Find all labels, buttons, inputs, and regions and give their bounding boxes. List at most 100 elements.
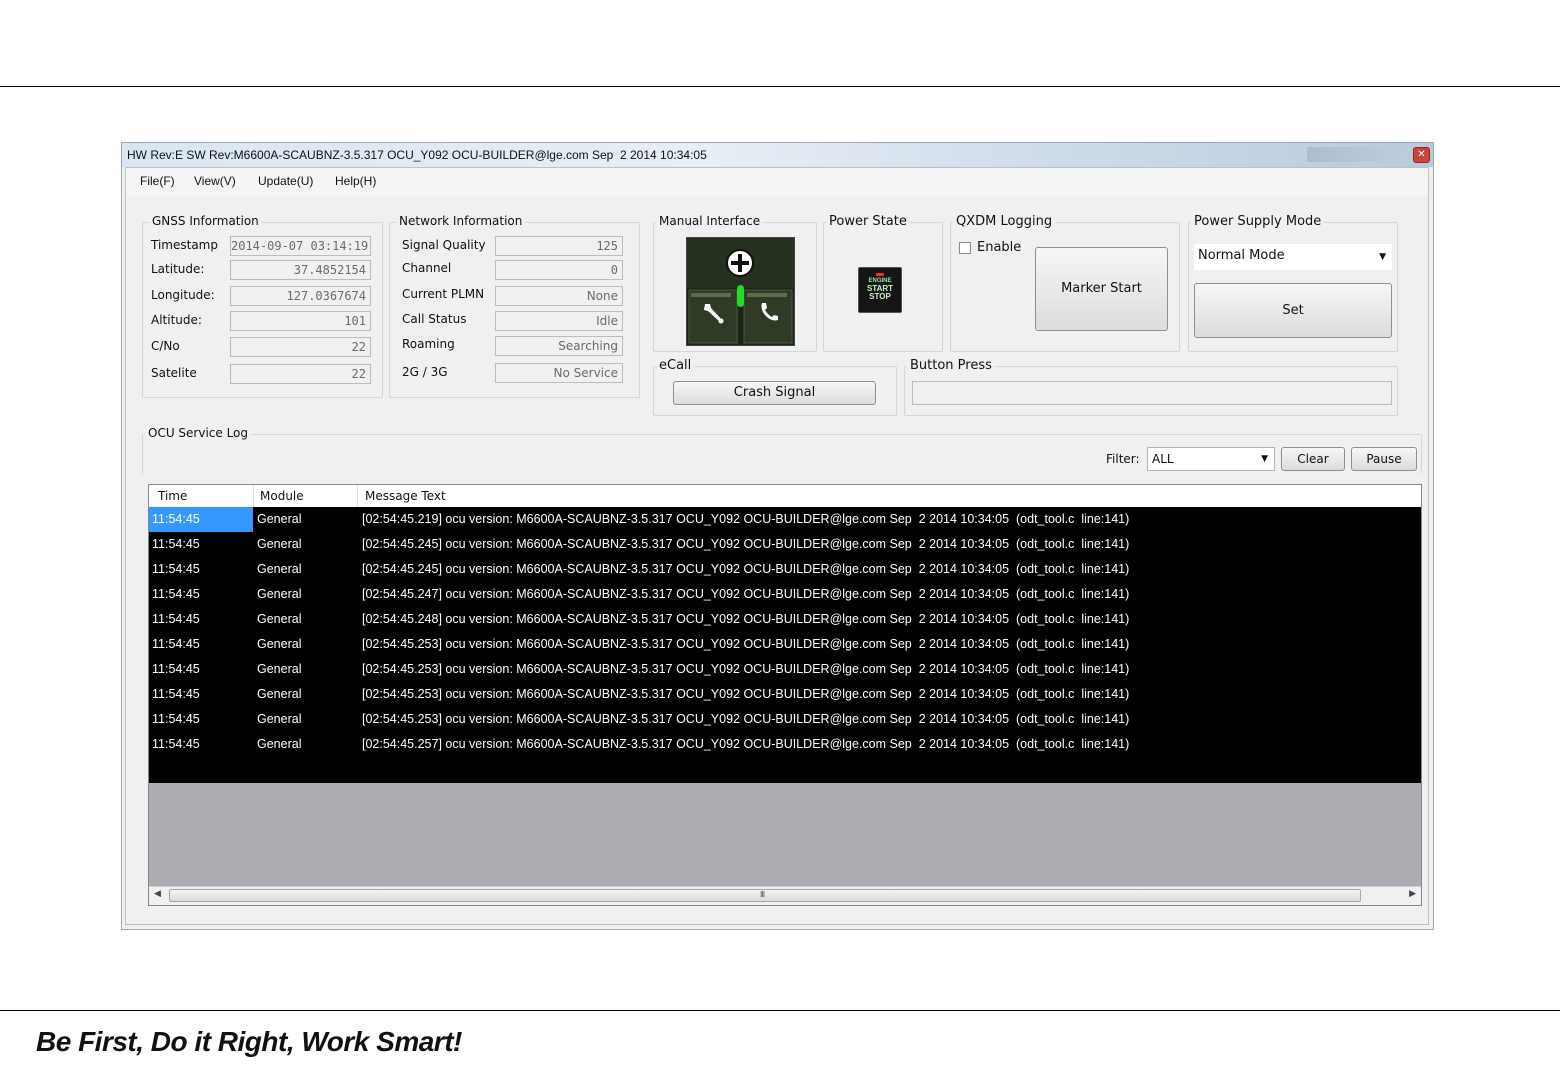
log-row[interactable]: 11:54:45 General [02:54:45.253] ocu vers… [149,682,1421,707]
horizontal-scrollbar[interactable]: ◀ III ▶ [149,886,1421,905]
marker-start-button[interactable]: Marker Start [1035,247,1168,331]
status-led [737,285,744,307]
menu-bar: File(F) View(V) Update(U) Help(H) [126,168,1428,196]
network-value-channel: 0 [495,260,623,280]
log-module: General [257,662,302,676]
menu-file[interactable]: File(F) [140,174,175,188]
log-time: 11:54:45 [152,737,200,751]
column-separator[interactable] [253,485,254,507]
filter-select[interactable]: ALL ▼ [1147,447,1275,471]
column-header-module[interactable]: Module [260,489,304,503]
power-supply-group: Power Supply Mode Normal Mode ▼ Set [1188,214,1398,352]
slogan: Be First, Do it Right, Work Smart! [36,1026,462,1057]
close-icon[interactable]: ✕ [1413,147,1430,163]
crash-signal-button[interactable]: Crash Signal [673,381,876,405]
scroll-grip: III [760,890,765,899]
client-area: File(F) View(V) Update(U) Help(H) GNSS I… [125,167,1429,925]
log-body: 11:54:45 General [02:54:45.219] ocu vers… [149,507,1421,783]
log-row[interactable]: 11:54:45 General [02:54:45.245] ocu vers… [149,532,1421,557]
log-module: General [257,612,302,626]
log-time: 11:54:45 [152,587,200,601]
scroll-left-icon[interactable]: ◀ [154,889,161,899]
log-row[interactable]: 11:54:45 General [02:54:45.245] ocu vers… [149,557,1421,582]
menu-update[interactable]: Update(U) [258,174,313,188]
manual-interface-title: Manual Interface [656,214,764,228]
gnss-label-altitude: Altitude: [151,313,202,327]
network-value-call-status: Idle [495,311,623,331]
log-row[interactable]: 11:54:45 General [02:54:45.257] ocu vers… [149,732,1421,757]
log-message: [02:54:45.253] ocu version: M6600A-SCAUB… [362,712,1130,726]
service-log-title: OCU Service Log [145,426,252,440]
power-state-group: Power State ENGINE START STOP [823,214,943,352]
gnss-label-longitude: Longitude: [151,288,215,302]
network-title: Network Information [396,214,526,228]
network-label-2g3g: 2G / 3G [402,365,448,379]
menu-help[interactable]: Help(H) [335,174,376,188]
log-message: [02:54:45.253] ocu version: M6600A-SCAUB… [362,662,1130,676]
log-row[interactable]: 11:54:45 General [02:54:45.253] ocu vers… [149,632,1421,657]
set-button[interactable]: Set [1194,283,1392,338]
menu-view[interactable]: View(V) [194,174,236,188]
network-value-plmn: None [495,286,623,306]
log-row[interactable]: 11:54:45 General [02:54:45.248] ocu vers… [149,607,1421,632]
log-time: 11:54:45 [152,612,200,626]
log-module: General [257,537,302,551]
phone-icon[interactable] [757,300,781,324]
power-supply-selected: Normal Mode [1198,248,1285,263]
log-message: [02:54:45.253] ocu version: M6600A-SCAUB… [362,637,1130,651]
engine-start-stop-button[interactable]: ENGINE START STOP [858,267,902,313]
enable-label: Enable [977,240,1022,255]
log-module: General [257,737,302,751]
log-time: 11:54:45 [152,662,200,676]
gnss-value-longitude: 127.0367674 [230,286,371,306]
pause-button[interactable]: Pause [1351,447,1417,471]
gnss-label-satelite: Satelite [151,366,197,380]
log-module: General [257,687,302,701]
chevron-down-icon: ▼ [1379,252,1386,262]
log-row[interactable]: 11:54:45 General [02:54:45.253] ocu vers… [149,707,1421,732]
network-label-channel: Channel [402,261,452,275]
log-module: General [257,587,302,601]
gnss-label-latitude: Latitude: [151,262,205,276]
power-supply-select[interactable]: Normal Mode ▼ [1194,244,1392,270]
log-row[interactable]: 11:54:45 General [02:54:45.253] ocu vers… [149,657,1421,682]
window-control-buttons [1307,147,1407,162]
log-table[interactable]: Time Module Message Text 11:54:45 Genera… [148,484,1422,906]
log-message: [02:54:45.248] ocu version: M6600A-SCAUB… [362,612,1130,626]
qxdm-title: QXDM Logging [953,214,1056,229]
log-time: 11:54:45 [152,687,200,701]
network-group: Network Information Signal Quality 125 C… [389,214,640,398]
column-header-time[interactable]: Time [158,489,187,503]
filter-selected: ALL [1152,452,1174,466]
window-title: HW Rev:E SW Rev:M6600A-SCAUBNZ-3.5.317 O… [127,148,707,162]
scroll-thumb[interactable]: III [169,889,1361,902]
gnss-value-timestamp: 2014-09-07 03:14:19 [230,236,371,256]
log-time: 11:54:45 [152,512,200,526]
title-bar[interactable]: HW Rev:E SW Rev:M6600A-SCAUBNZ-3.5.317 O… [122,143,1433,167]
column-header-message[interactable]: Message Text [365,489,446,503]
column-separator[interactable] [357,485,358,507]
button-press-title: Button Press [907,358,995,373]
scroll-right-icon[interactable]: ▶ [1409,889,1416,899]
engine-led [876,273,884,276]
clear-button[interactable]: Clear [1281,447,1345,471]
manual-control-pad [686,237,795,346]
wrench-icon[interactable] [701,300,727,326]
log-message: [02:54:45.247] ocu version: M6600A-SCAUB… [362,587,1130,601]
log-message: [02:54:45.219] ocu version: M6600A-SCAUB… [362,512,1130,526]
qxdm-group: QXDM Logging Enable Marker Start [950,214,1180,352]
log-row[interactable]: 11:54:45 General [02:54:45.247] ocu vers… [149,582,1421,607]
network-label-call-status: Call Status [402,312,467,326]
log-module: General [257,512,302,526]
log-row[interactable]: 11:54:45 General [02:54:45.219] ocu vers… [149,507,1421,532]
gnss-label-cno: C/No [151,339,180,353]
log-module: General [257,562,302,576]
plus-icon[interactable] [726,249,754,277]
log-table-header: Time Module Message Text [149,485,1421,508]
gnss-value-altitude: 101 [230,311,371,331]
button-press-field [912,381,1392,405]
enable-checkbox[interactable] [959,242,971,254]
gnss-value-latitude: 37.4852154 [230,260,371,280]
network-value-signal: 125 [495,236,623,256]
ecall-title: eCall [656,358,695,373]
